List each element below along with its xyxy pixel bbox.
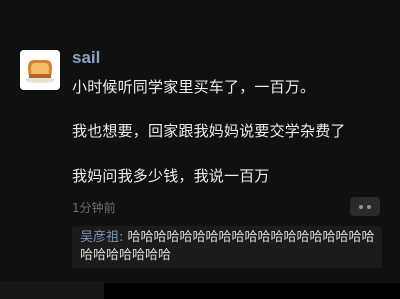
moment-post: sail 小时候听同学家里买车了，一百万。 我也想要，回家跟我妈妈说要交学杂费了… (0, 0, 400, 283)
more-dots-icon (367, 205, 371, 209)
comment-text: 哈哈哈哈哈哈哈哈哈哈哈哈哈哈哈哈哈哈哈哈哈哈哈哈哈哈 (80, 230, 375, 263)
post-text-line: 小时候听同学家里买车了，一百万。 (72, 78, 316, 96)
toast-icon (20, 50, 60, 90)
more-dots-icon (359, 205, 363, 209)
avatar[interactable] (20, 50, 60, 90)
bottom-strip (0, 281, 104, 299)
post-text-line: 我妈问我多少钱，我说一百万 (72, 167, 270, 185)
comment[interactable]: 吴彦祖: 哈哈哈哈哈哈哈哈哈哈哈哈哈哈哈哈哈哈哈哈哈哈哈哈哈哈 (80, 229, 380, 265)
post-timestamp: 1分钟前 (72, 201, 116, 215)
post-text-line: 我也想要，回家跟我妈妈说要交学杂费了 (72, 122, 346, 140)
comment-section: 吴彦祖: 哈哈哈哈哈哈哈哈哈哈哈哈哈哈哈哈哈哈哈哈哈哈哈哈哈哈 (72, 226, 382, 268)
comment-author[interactable]: 吴彦祖: (80, 230, 123, 245)
more-actions-button[interactable] (350, 197, 380, 216)
post-username[interactable]: sail (72, 48, 100, 68)
